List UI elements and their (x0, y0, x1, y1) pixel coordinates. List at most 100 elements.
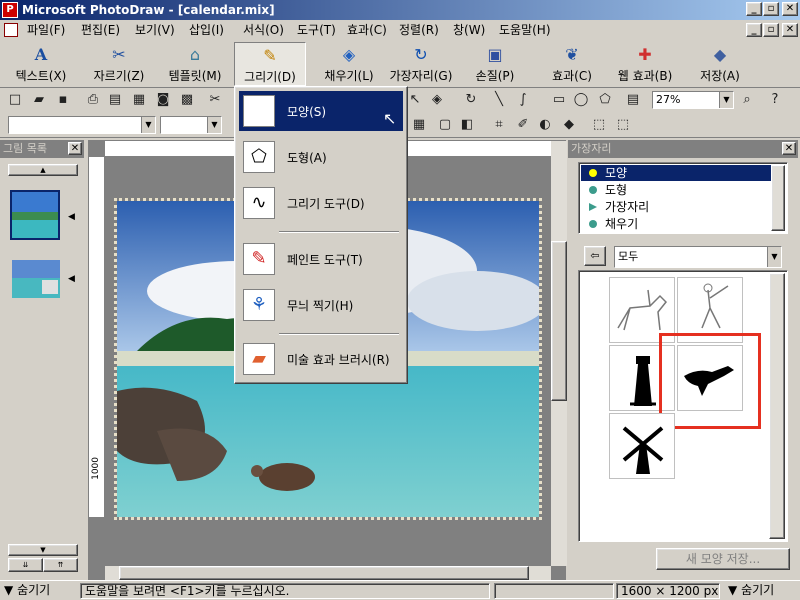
ungroup-icon[interactable]: ⬚ (614, 116, 632, 134)
crop-button[interactable]: ✂ 자르기(Z) (84, 42, 154, 86)
thumbnail-calendar[interactable] (12, 260, 62, 298)
effects-button[interactable]: ❦ 효과(C) (544, 42, 600, 86)
crop-tool-icon[interactable]: ⌗ (490, 116, 508, 134)
category-shape[interactable]: 모양 (581, 165, 771, 181)
doc-close-button[interactable]: ✕ (782, 23, 798, 37)
open-folder-icon[interactable]: ▰ (30, 91, 48, 109)
menu-separator (279, 231, 399, 233)
triangle-bullet-icon (589, 203, 597, 211)
menu-item-stamp-pattern-label: 무늬 찍기(H) (287, 299, 354, 313)
pen-icon[interactable]: ✐ (514, 116, 532, 134)
autoshape-icon[interactable]: ⬠ (596, 91, 614, 109)
effect-tool-icon[interactable]: ◐ (536, 116, 554, 134)
filter-combo[interactable]: 모두 ▼ (614, 246, 782, 268)
gallery-scrollbar[interactable] (769, 273, 785, 539)
chevron-down-icon[interactable]: ▼ (141, 117, 155, 133)
rotate-icon[interactable]: ↻ (462, 91, 480, 109)
template-button[interactable]: ⌂ 템플릿(M) (160, 42, 230, 86)
category-list[interactable]: 모양 도형 가장자리 채우기 (578, 162, 788, 234)
horizontal-scroll-thumb[interactable] (119, 566, 529, 580)
minimize-button[interactable]: _ (746, 2, 762, 16)
edge-button[interactable]: ↻ 가장자리(G) (384, 42, 458, 86)
print-icon[interactable]: ⎙ (84, 91, 102, 109)
menu-help[interactable]: 도움말(H) (496, 22, 554, 38)
effects-button-label: 효과(C) (552, 69, 592, 83)
zoom-combo[interactable]: 27% ▼ (652, 91, 734, 109)
new-file-icon[interactable]: □ (6, 91, 24, 109)
thumbnail-beach[interactable] (10, 190, 60, 240)
font-size-combo[interactable]: ▼ (160, 116, 222, 134)
curve-icon[interactable]: ∫ (514, 91, 532, 109)
close-icon[interactable]: ✕ (782, 142, 796, 155)
menu-file[interactable]: 파일(F) (24, 22, 68, 38)
save-wizard-button[interactable]: ◆ 저장(A) (690, 42, 750, 86)
chevron-down-icon[interactable]: ▼ (719, 92, 733, 108)
category-fill[interactable]: 채우기 (581, 216, 771, 232)
category-scrollbar[interactable] (771, 165, 785, 231)
category-autoshape[interactable]: 도형 (581, 182, 771, 198)
fill-button[interactable]: ◈ 채우기(L) (312, 42, 386, 86)
cut-icon[interactable]: ✂ (206, 91, 224, 109)
menu-effects[interactable]: 효과(C) (344, 22, 390, 38)
text-button[interactable]: A 텍스트(X) (8, 42, 74, 86)
chevron-down-icon[interactable]: ▼ (767, 247, 781, 267)
gallery-item-windmill[interactable] (609, 413, 675, 479)
doc-minimize-button[interactable]: _ (746, 23, 762, 37)
hide-left-toggle[interactable]: ▼ 숨기기 (0, 583, 76, 599)
menu-arrange[interactable]: 정렬(R) (396, 22, 442, 38)
hide-right-toggle[interactable]: ▼ 숨기기 (724, 583, 800, 599)
menu-item-autoshape[interactable]: ⬠ 도형(A) (239, 137, 403, 177)
app-icon[interactable]: P (2, 2, 18, 18)
menu-insert[interactable]: 삽입(I) (186, 22, 227, 38)
menu-edit[interactable]: 편집(E) (78, 22, 123, 38)
menu-window[interactable]: 창(W) (450, 22, 488, 38)
save-new-shape-button[interactable]: 새 모양 저장... (656, 548, 790, 570)
menu-item-stamp-pattern[interactable]: ⚘ 무늬 찍기(H) (239, 285, 403, 325)
ellipse-icon[interactable]: ◯ (572, 91, 590, 109)
text-tool-icon[interactable]: ▤ (624, 91, 642, 109)
chevron-down-icon[interactable]: ▼ (207, 117, 221, 133)
web-effects-button[interactable]: ✚ 웹 효과(B) (610, 42, 680, 86)
line-icon[interactable]: ╲ (490, 91, 508, 109)
vertical-scrollbar[interactable] (551, 141, 567, 566)
font-combo[interactable]: ▼ (8, 116, 156, 134)
menu-item-shape[interactable]: ⬚ 모양(S) ↖ (239, 91, 403, 131)
category-edges[interactable]: 가장자리 (581, 199, 771, 215)
scroll-up-button[interactable]: ▲ (8, 164, 78, 176)
back-button[interactable]: ⇦ (584, 246, 606, 266)
save-disk-icon[interactable]: ▪ (54, 91, 72, 109)
fill-tool-icon[interactable]: ◈ (428, 91, 446, 109)
camera-icon[interactable]: ◙ (154, 91, 172, 109)
document-icon[interactable] (4, 23, 18, 37)
shape-gallery[interactable] (578, 270, 788, 542)
frame-icon[interactable]: ▢ (436, 116, 454, 134)
stamp-icon[interactable]: ◆ (560, 116, 578, 134)
maximize-button[interactable]: ▫ (763, 2, 779, 16)
print-preview-icon[interactable]: ▤ (106, 91, 124, 109)
scan-icon[interactable]: ▦ (130, 91, 148, 109)
draw-button[interactable]: ✎ 그리기(D) (234, 42, 306, 86)
close-button[interactable]: ✕ (782, 2, 798, 16)
touchup-button[interactable]: ▣ 손질(P) (466, 42, 524, 86)
grid-icon[interactable]: ▦ (410, 116, 428, 134)
digital-camera-icon[interactable]: ▩ (178, 91, 196, 109)
horizontal-scrollbar[interactable] (105, 566, 551, 580)
menu-view[interactable]: 보기(V) (132, 22, 178, 38)
menu-item-paint-tools[interactable]: ✎ 페인트 도구(T) (239, 239, 403, 279)
menu-item-art-brush[interactable]: ▰ 미술 효과 브러시(R) (239, 339, 403, 379)
doc-restore-button[interactable]: ▫ (763, 23, 779, 37)
scroll-bottom-button[interactable]: ⇊ (8, 558, 43, 572)
shadow-icon[interactable]: ◧ (458, 116, 476, 134)
zoom-magnifier-icon[interactable]: ⌕ (738, 91, 756, 109)
vertical-scroll-thumb[interactable] (551, 241, 567, 401)
menu-item-draw-tools[interactable]: ∿ 그리기 도구(D) (239, 183, 403, 223)
group-icon[interactable]: ⬚ (590, 116, 608, 134)
menu-format[interactable]: 서식(O) (240, 22, 287, 38)
menu-tools[interactable]: 도구(T) (294, 22, 339, 38)
scroll-top-button[interactable]: ⇈ (43, 558, 78, 572)
close-icon[interactable]: ✕ (68, 142, 82, 155)
pointer-icon[interactable]: ↖ (406, 91, 424, 109)
scroll-down-button[interactable]: ▼ (8, 544, 78, 556)
help-icon[interactable]: ? (766, 91, 784, 109)
rectangle-icon[interactable]: ▭ (550, 91, 568, 109)
